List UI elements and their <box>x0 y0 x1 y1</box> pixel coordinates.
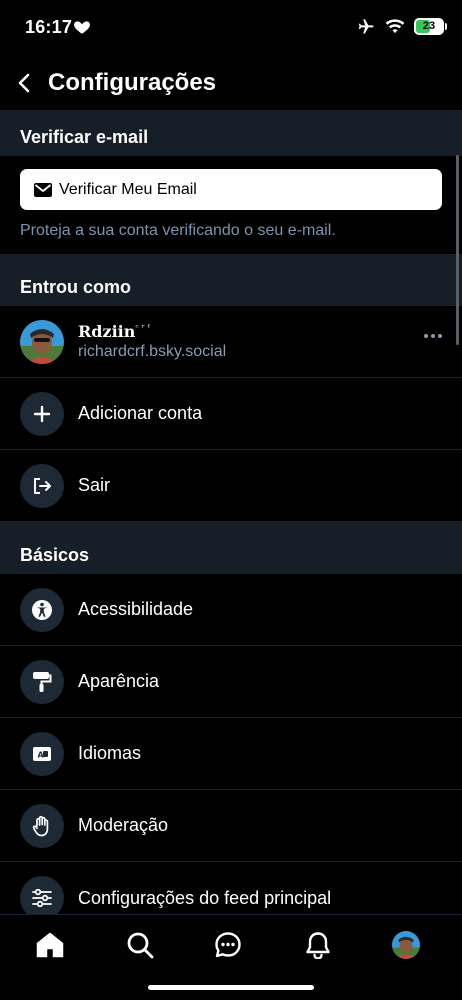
page-title: Configurações <box>48 69 217 96</box>
status-indicators: 23 <box>356 17 447 35</box>
accessibility-icon <box>20 587 64 632</box>
account-row[interactable]: Rdziinᶜʳᶠ richardcrf.bsky.social <box>0 306 462 378</box>
verify-email-button-label: Verificar Meu Email <box>59 180 197 198</box>
section-verify-email-title: Verificar e-mail <box>0 110 462 156</box>
sign-out-row[interactable]: Sair <box>0 450 462 522</box>
chevron-left-icon <box>18 73 30 93</box>
sign-out-label: Sair <box>78 475 111 495</box>
hand-icon <box>20 803 64 848</box>
basics-item-appearance[interactable]: Aparência <box>0 646 462 718</box>
status-time: 16:17 <box>25 17 73 37</box>
scrollbar[interactable] <box>456 155 459 345</box>
tab-profile[interactable] <box>390 929 422 961</box>
tab-notifications[interactable] <box>302 929 334 961</box>
heart-icon <box>74 21 90 34</box>
add-account-label: Adicionar conta <box>78 403 203 423</box>
verify-email-note: Proteja a sua conta verificando o seu e-… <box>20 222 336 239</box>
basics-item-label: Configurações do feed principal <box>78 887 332 908</box>
paint-roller-icon <box>20 659 64 704</box>
settings-list[interactable]: Verificar e-mail Verificar Meu Email Pro… <box>0 110 462 914</box>
section-signed-in-title: Entrou como <box>0 254 462 306</box>
envelope-icon <box>34 182 52 197</box>
avatar <box>20 319 64 364</box>
battery-indicator: 23 <box>414 17 447 35</box>
search-icon <box>127 932 154 959</box>
sign-out-icon <box>20 463 64 508</box>
basics-item-languages[interactable]: A Idiomas <box>0 718 462 790</box>
basics-item-moderation[interactable]: Moderação <box>0 790 462 862</box>
battery-level: 23 <box>422 20 436 32</box>
profile-avatar <box>392 931 420 959</box>
section-basics-title: Básicos <box>0 522 462 574</box>
basics-item-home-feed-settings[interactable]: Configurações do feed principal <box>0 862 462 914</box>
status-bar: 16:17 23 <box>0 0 462 56</box>
verify-email-button[interactable]: Verificar Meu Email <box>20 169 442 210</box>
home-indicator <box>148 985 314 990</box>
airplane-icon <box>358 19 374 34</box>
account-display-name: Rdziinᶜʳᶠ <box>78 322 153 341</box>
basics-item-label: Aparência <box>78 671 160 691</box>
tab-chat[interactable] <box>212 929 244 961</box>
back-button[interactable] <box>2 61 46 105</box>
verify-email-block: Verificar Meu Email Proteja a sua conta … <box>0 156 462 254</box>
basics-item-label: Moderação <box>78 815 169 835</box>
bell-icon <box>306 932 330 959</box>
tab-home[interactable] <box>34 929 66 961</box>
basics-item-accessibility[interactable]: Acessibilidade <box>0 574 462 646</box>
more-options-icon[interactable] <box>424 334 442 338</box>
basics-item-label: Acessibilidade <box>78 599 194 619</box>
sliders-icon <box>20 876 64 914</box>
add-account-row[interactable]: Adicionar conta <box>0 378 462 450</box>
home-icon <box>36 932 64 958</box>
account-handle: richardcrf.bsky.social <box>78 343 227 360</box>
wifi-icon <box>385 19 405 34</box>
tab-search[interactable] <box>124 929 156 961</box>
basics-item-label: Idiomas <box>78 743 142 763</box>
header: Configurações <box>0 56 462 110</box>
plus-icon <box>20 391 64 436</box>
language-icon: A <box>20 731 64 776</box>
chat-icon <box>215 932 241 958</box>
